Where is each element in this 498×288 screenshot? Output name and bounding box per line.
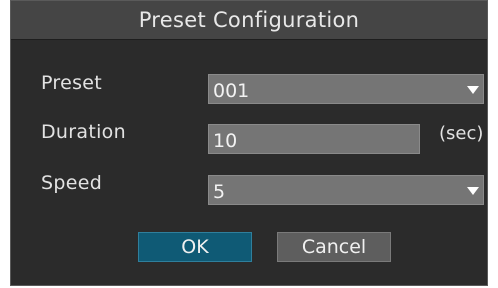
chevron-down-icon (467, 187, 479, 195)
duration-unit: (sec) (439, 123, 484, 144)
duration-input-value: 10 (213, 130, 238, 152)
preset-select-value: 001 (213, 80, 250, 102)
chevron-down-icon (467, 86, 479, 94)
preset-select[interactable]: 001 (208, 74, 484, 104)
preset-label: Preset (41, 72, 103, 94)
duration-label: Duration (41, 121, 126, 143)
cancel-button[interactable]: Cancel (277, 232, 391, 262)
duration-input[interactable]: 10 (208, 124, 420, 154)
preset-configuration-dialog: Preset Configuration Preset 001 Duration… (10, 0, 488, 286)
dialog-title: Preset Configuration (11, 1, 487, 40)
speed-label: Speed (41, 172, 103, 194)
ok-button[interactable]: OK (138, 232, 252, 262)
speed-select[interactable]: 5 (208, 175, 484, 205)
speed-select-value: 5 (213, 181, 226, 203)
